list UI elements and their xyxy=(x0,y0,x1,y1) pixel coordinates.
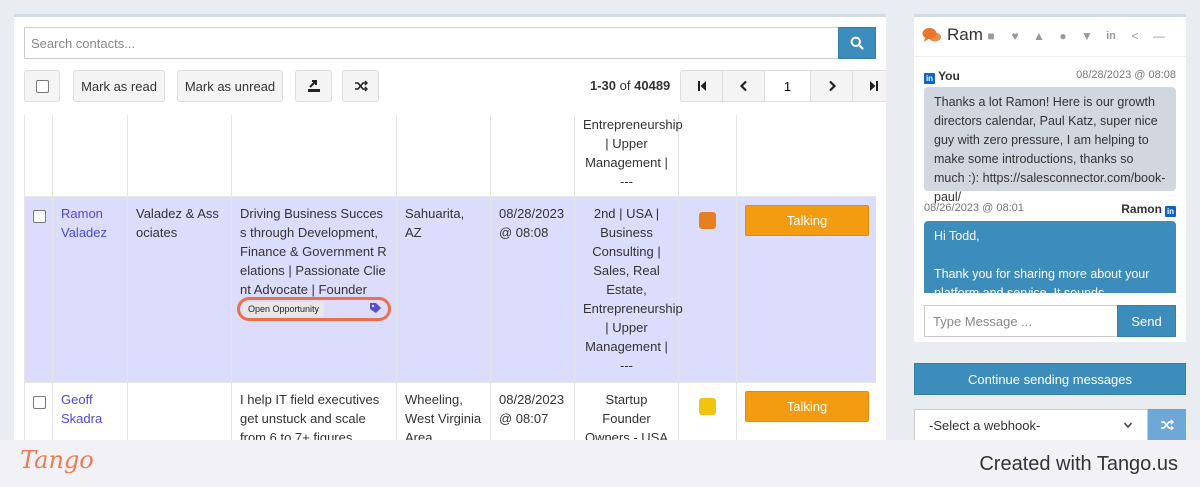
segment-cell: Entrepreneurship | Upper Management | --… xyxy=(575,115,683,196)
message-meta: 08/26/2023 @ 08:01 Ramon in xyxy=(924,202,1176,217)
search-icon xyxy=(850,36,864,50)
talking-status-button[interactable]: Talking xyxy=(745,205,869,236)
compose-bar: Send xyxy=(924,305,1176,337)
share-icon[interactable]: < xyxy=(1128,29,1142,43)
company-cell: Valadez & Associates xyxy=(128,197,232,382)
table-row[interactable]: Geoff Skadra I help IT field executives … xyxy=(25,383,876,444)
mark-as-read-button[interactable]: Mark as read xyxy=(73,70,165,102)
message-list[interactable]: in You 08/28/2023 @ 08:08 Thanks a lot R… xyxy=(914,61,1186,293)
webhook-row: -Select a webhook- xyxy=(914,409,1186,441)
message-bubble: Hi Todd, Thank you for sharing more abou… xyxy=(924,221,1176,293)
message-input[interactable] xyxy=(924,305,1117,337)
chat-panel: Ramon ■ ♥ ▲ ● ▼ in < — in You 08/28/2023… xyxy=(914,14,1186,342)
date-cell: 08/28/2023 @ 08:08 xyxy=(491,197,575,382)
location-cell: Sahuarita, AZ xyxy=(397,197,491,382)
range-text: 1-30 xyxy=(590,78,617,93)
webhook-select[interactable]: -Select a webhook- xyxy=(914,409,1148,441)
shuffle-icon xyxy=(354,80,368,92)
table-row: Entrepreneurship | Upper Management | --… xyxy=(25,115,876,197)
created-with-text: Created with Tango.us xyxy=(979,453,1178,475)
message-meta: in You 08/28/2023 @ 08:08 xyxy=(924,69,1176,84)
select-all-button[interactable] xyxy=(24,70,60,102)
chat-actions: ■ ♥ ▲ ● ▼ in < — xyxy=(984,29,1166,43)
export-icon xyxy=(307,80,320,92)
plug-icon[interactable]: ▼ xyxy=(1080,29,1094,43)
contacts-panel: Mark as read Mark as unread 1-30 of 4048… xyxy=(14,14,886,444)
pagination-count: 1-30 of 40489 xyxy=(590,70,670,102)
segment-cell: Startup Founder Owners - USA 2nd xyxy=(575,383,679,444)
select-all-checkbox[interactable] xyxy=(35,79,49,93)
headline-cell: I help IT field executives get unstuck a… xyxy=(232,383,397,444)
shuffle-icon xyxy=(1161,419,1174,431)
company-cell xyxy=(128,383,232,444)
chat-bubbles-icon xyxy=(922,28,941,42)
tag-highlight[interactable]: Open Opportunity xyxy=(237,297,391,321)
toolbar: Mark as read Mark as unread 1-30 of 4048… xyxy=(24,70,886,102)
message-time: 08/26/2023 @ 08:01 xyxy=(924,202,1024,214)
last-page-button[interactable] xyxy=(853,71,886,101)
search-input[interactable] xyxy=(24,27,838,59)
next-page-button[interactable] xyxy=(811,71,853,101)
last-page-icon xyxy=(870,81,878,91)
first-page-icon xyxy=(697,81,706,91)
talking-status-button[interactable]: Talking xyxy=(745,391,869,422)
status-color-square xyxy=(699,398,716,415)
headline-text: Driving Business Success through Develop… xyxy=(240,206,387,297)
chat-header: Ramon ■ ♥ ▲ ● ▼ in < — xyxy=(914,17,1186,57)
table-row[interactable]: Ramon Valadez Valadez & Associates Drivi… xyxy=(25,197,876,383)
open-opportunity-tag: Open Opportunity xyxy=(243,302,325,317)
search-bar xyxy=(24,27,876,59)
of-text: of xyxy=(619,78,631,93)
chat-contact-name: Ramon xyxy=(947,25,983,44)
linkedin-icon[interactable]: in xyxy=(1104,29,1118,43)
send-button[interactable]: Send xyxy=(1117,305,1176,337)
total-text: 40489 xyxy=(634,78,671,93)
chevron-left-icon xyxy=(739,80,747,92)
tango-logo: Tango xyxy=(20,446,94,474)
segment-cell: 2nd | USA | Business Consulting | Sales,… xyxy=(575,197,683,382)
page-number-input[interactable] xyxy=(765,71,811,101)
status-color-square xyxy=(699,212,716,229)
webhook-selected-value: -Select a webhook- xyxy=(929,417,1041,433)
location-cell: Wheeling, West Virginia Area xyxy=(397,383,491,444)
headline-cell: Driving Business Success through Develop… xyxy=(232,197,397,382)
contacts-table: Entrepreneurship | Upper Management | --… xyxy=(24,115,876,444)
bell-icon[interactable]: ● xyxy=(1056,29,1070,43)
export-button[interactable] xyxy=(295,70,332,102)
tango-footer: Tango Created with Tango.us xyxy=(0,440,1200,487)
prev-page-button[interactable] xyxy=(723,71,765,101)
heart-icon[interactable]: ♥ xyxy=(1008,29,1022,43)
tag-icon[interactable] xyxy=(369,302,382,315)
pager xyxy=(680,70,886,102)
thumbs-up-icon[interactable]: ▲ xyxy=(1032,29,1046,43)
contact-name-link[interactable]: Geoff Skadra xyxy=(61,392,102,426)
search-button[interactable] xyxy=(838,27,876,59)
first-page-button[interactable] xyxy=(681,71,723,101)
shuffle-button[interactable] xyxy=(342,70,379,102)
row-checkbox[interactable] xyxy=(33,210,46,223)
chevron-right-icon xyxy=(828,80,836,92)
mark-as-unread-button[interactable]: Mark as unread xyxy=(177,70,283,102)
message-bubble: Thanks a lot Ramon! Here is our growth d… xyxy=(924,87,1176,204)
linkedin-badge-icon: in xyxy=(924,73,935,84)
row-checkbox[interactable] xyxy=(33,396,46,409)
chevron-down-icon xyxy=(1123,422,1133,429)
continue-sending-button[interactable]: Continue sending messages xyxy=(914,363,1186,395)
linkedin-badge-icon: in xyxy=(1165,206,1176,217)
date-cell: 08/28/2023 @ 08:07 xyxy=(491,383,575,444)
message-sender: Ramon xyxy=(1121,202,1162,216)
minimize-icon[interactable]: — xyxy=(1152,29,1166,43)
message-sender: You xyxy=(938,69,960,83)
contact-name-link[interactable]: Ramon Valadez xyxy=(61,206,107,240)
comment-icon[interactable]: ■ xyxy=(984,29,998,43)
webhook-shuffle-button[interactable] xyxy=(1148,409,1186,441)
message-time: 08/28/2023 @ 08:08 xyxy=(1076,69,1176,81)
